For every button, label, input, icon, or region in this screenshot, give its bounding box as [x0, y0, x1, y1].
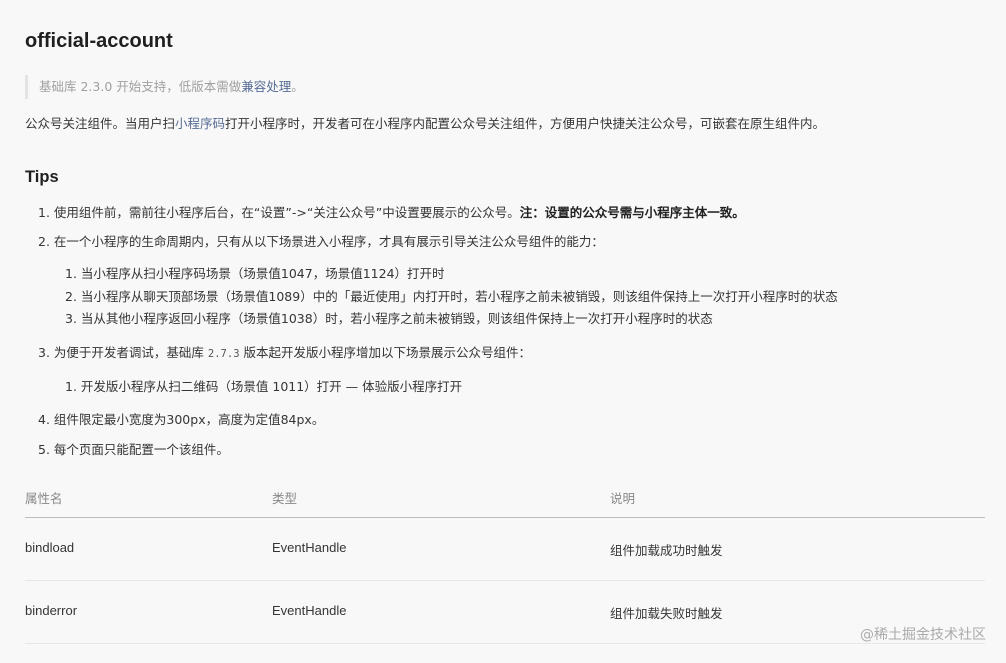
tip-item-2-sub-1: 1. 当小程序从扫小程序码场景（场景值1047，场景值1124）打开时	[65, 266, 445, 281]
version-note: 基础库 2.3.0 开始支持，低版本需做兼容处理。	[25, 75, 985, 99]
attr-type-cell: EventHandle	[272, 603, 347, 618]
table-row: binderror EventHandle 组件加载失败时触发	[25, 581, 985, 644]
attr-desc-cell: 组件加载成功时触发	[610, 543, 723, 558]
compat-link[interactable]: 兼容处理	[241, 79, 291, 94]
table-row: bindload EventHandle 组件加载成功时触发	[25, 518, 985, 581]
description-text-1: 公众号关注组件。当用户扫	[25, 116, 176, 131]
version-note-suffix: 。	[291, 79, 304, 94]
tip-item-1-bold: 注：设置的公众号需与小程序主体一致。	[519, 205, 745, 220]
tip-item-2: 2. 在一个小程序的生命周期内，只有从以下场景进入小程序，才具有展示引导关注公众…	[38, 234, 604, 249]
tip-item-3-post: 版本起开发版小程序增加以下场景展示公众号组件：	[243, 345, 532, 360]
miniprogram-code-link[interactable]: 小程序码	[175, 116, 225, 131]
attr-desc-cell: 组件加载失败时触发	[610, 606, 723, 621]
component-description: 公众号关注组件。当用户扫小程序码打开小程序时，开发者可在小程序内配置公众号关注组…	[25, 114, 825, 134]
tip-item-5: 5. 每个页面只能配置一个该组件。	[38, 442, 229, 457]
tip-item-1-text: 1. 使用组件前，需前往小程序后台，在“设置”->“关注公众号”中设置要展示的公…	[38, 205, 520, 220]
header-description: 说明	[610, 491, 636, 506]
header-type: 类型	[272, 491, 298, 506]
description-text-2: 打开小程序时，开发者可在小程序内配置公众号关注组件，方便用户快捷关注公众号，可嵌…	[225, 116, 826, 131]
tip-item-1: 1. 使用组件前，需前往小程序后台，在“设置”->“关注公众号”中设置要展示的公…	[38, 204, 745, 222]
version-code: 2.7.3	[207, 348, 240, 360]
header-attr-name: 属性名	[25, 491, 63, 506]
tip-item-2-sub-3: 3. 当从其他小程序返回小程序（场景值1038）时，若小程序之前未被销毁，则该组…	[65, 311, 713, 326]
tip-item-3-pre: 3. 为便于开发者调试，基础库	[38, 345, 204, 360]
tip-item-2-sub-2: 2. 当小程序从聊天顶部场景（场景值1089）中的「最近使用」内打开时，若小程序…	[65, 289, 838, 304]
page-title: official-account	[25, 30, 173, 52]
tip-item-3: 3. 为便于开发者调试，基础库 2.7.3 版本起开发版小程序增加以下场景展示公众号…	[38, 344, 531, 363]
watermark: @稀土掘金技术社区	[860, 627, 986, 643]
attr-name-cell: binderror	[25, 603, 78, 618]
tips-heading: Tips	[25, 168, 59, 186]
attr-name-cell: bindload	[25, 540, 75, 555]
version-note-text: 基础库 2.3.0 开始支持，低版本需做	[39, 79, 242, 94]
attr-type-cell: EventHandle	[272, 540, 347, 555]
tip-item-3-sub-1: 1. 开发版小程序从扫二维码（场景值 1011）打开 — 体验版小程序打开	[65, 379, 463, 394]
tip-item-4: 4. 组件限定最小宽度为300px，高度为定值84px。	[38, 412, 325, 427]
attributes-table-header: 属性名 类型 说明	[25, 486, 985, 518]
